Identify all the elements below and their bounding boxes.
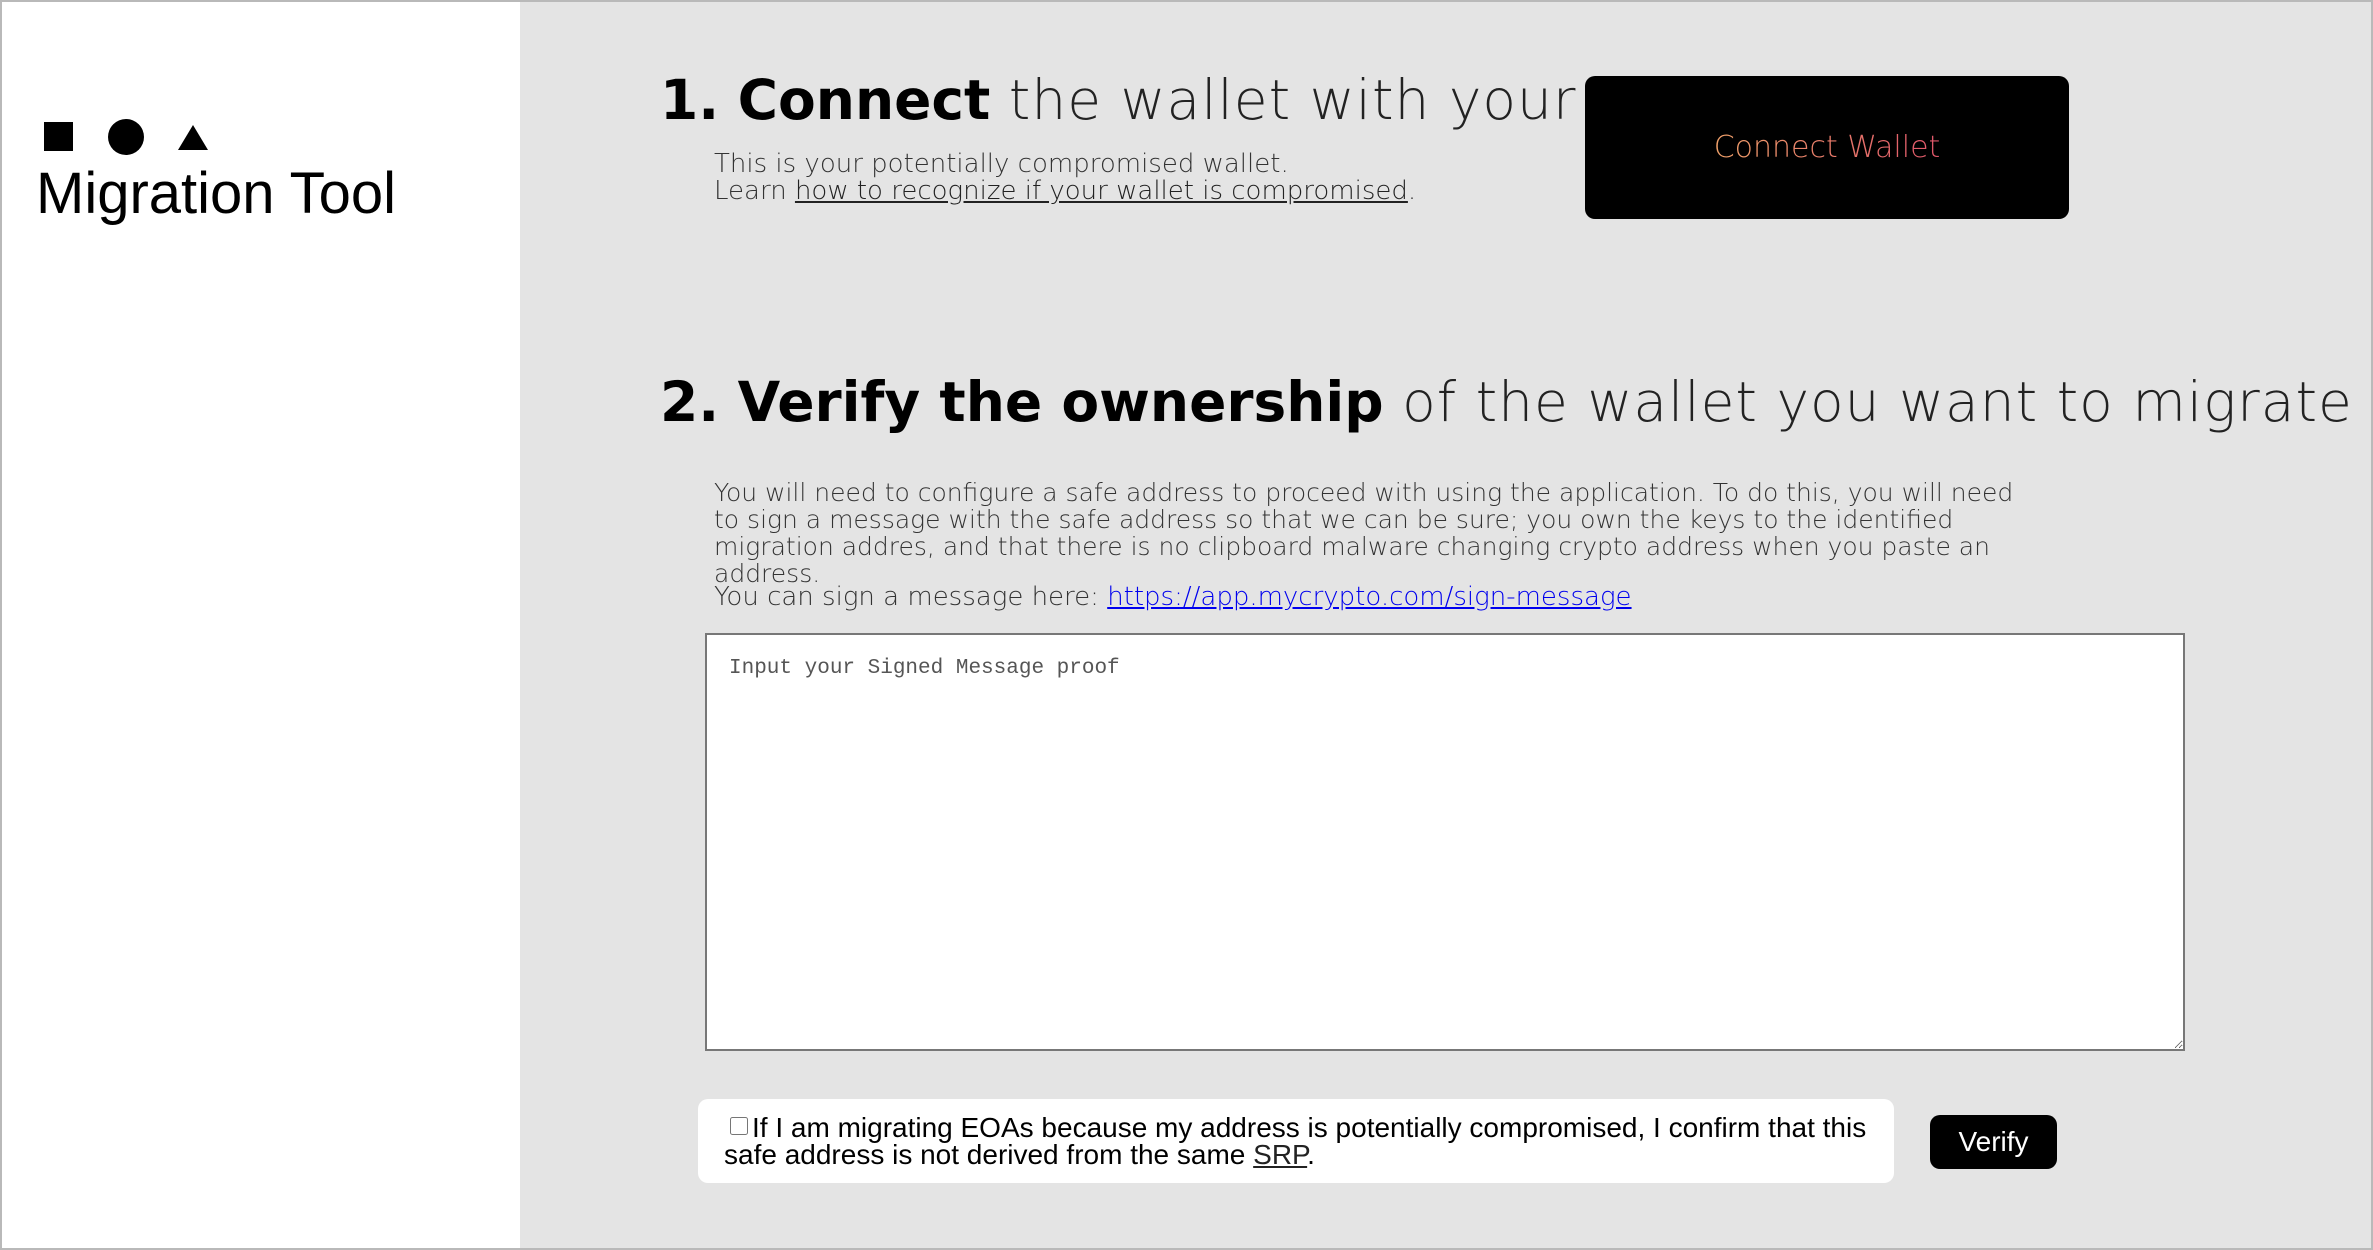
step2-number: 2.	[660, 370, 720, 434]
square-icon	[44, 122, 73, 151]
step2-heading: 2. Verify the ownership of the wallet yo…	[660, 370, 2373, 434]
app-title: Migration Tool	[36, 161, 397, 226]
main-content: 1. Connect the wallet with your assets T…	[520, 2, 2373, 1248]
compromised-help-link[interactable]: how to recognize if your wallet is compr…	[795, 176, 1408, 206]
sign-message-line: You can sign a message here: https://app…	[714, 582, 1632, 612]
confirm-period: .	[1307, 1139, 1315, 1170]
triangle-icon	[178, 125, 208, 150]
step2-description: You will need to configure a safe addres…	[714, 478, 2014, 588]
step1-desc-line2: Learn how to recognize if your wallet is…	[714, 178, 1416, 205]
logo	[44, 119, 214, 155]
verify-button[interactable]: Verify	[1930, 1115, 2057, 1169]
learn-label: Learn	[714, 176, 787, 206]
step1-description: This is your potentially compromised wal…	[714, 151, 1416, 205]
sign-message-prefix: You can sign a message here:	[714, 582, 1099, 612]
step1-desc-line1: This is your potentially compromised wal…	[714, 149, 1289, 179]
sidebar: Migration Tool	[2, 2, 520, 1248]
step1-heading-bold: Connect	[737, 68, 991, 132]
connect-wallet-button[interactable]: Connect Wallet	[1585, 76, 2069, 219]
circle-icon	[108, 119, 144, 155]
confirm-panel: If I am migrating EOAs because my addres…	[698, 1099, 1894, 1183]
connect-wallet-label: Connect Wallet	[1713, 130, 1941, 165]
confirm-checkbox[interactable]	[730, 1117, 748, 1135]
step2-heading-bold: Verify the ownership	[737, 370, 1384, 434]
step1-number: 1.	[660, 68, 720, 132]
signed-message-proof-input[interactable]	[705, 633, 2185, 1051]
step1-desc-period: .	[1407, 176, 1417, 206]
step2-heading-rest: of the wallet you want to migrate to	[1402, 370, 2373, 434]
sign-message-link[interactable]: https://app.mycrypto.com/sign-message	[1107, 582, 1631, 612]
srp-link[interactable]: SRP	[1253, 1139, 1307, 1170]
confirm-statement: If I am migrating EOAs because my addres…	[724, 1114, 1868, 1170]
